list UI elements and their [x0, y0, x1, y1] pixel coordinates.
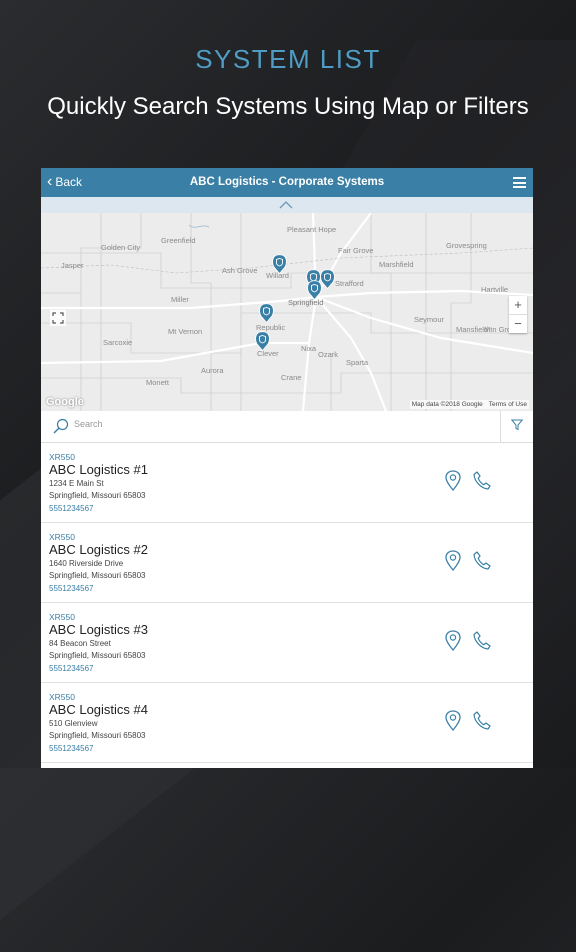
map-town-label: Hartville	[481, 285, 509, 294]
zoom-in-button[interactable]: +	[509, 296, 527, 314]
chevron-up-icon	[279, 201, 293, 209]
system-map-pin[interactable]	[255, 331, 270, 351]
system-model: XR550	[49, 692, 75, 702]
zoom-out-button[interactable]: −	[509, 314, 527, 333]
map-town-label: Strafford	[335, 279, 364, 288]
system-phone-link[interactable]: 5551234567	[49, 664, 94, 673]
system-list: XR550 ABC Logistics #1 1234 E Main St Sp…	[41, 443, 533, 763]
system-address-line2: Springfield, Missouri 65803	[49, 491, 146, 500]
system-list-item[interactable]: XR550 ABC Logistics #3 84 Beacon Street …	[41, 603, 533, 683]
search-icon	[53, 418, 69, 434]
system-map-pin[interactable]	[320, 269, 335, 289]
system-address-line1: 1234 E Main St	[49, 479, 104, 488]
system-map-pin[interactable]	[259, 303, 274, 323]
search-input[interactable]	[74, 419, 374, 429]
map-town-label: Monett	[146, 378, 169, 387]
map-town-label: Golden City	[101, 243, 141, 252]
map-town-label: Greenfield	[161, 236, 196, 245]
navigation-bar: ‹ Back ABC Logistics - Corporate Systems	[41, 168, 533, 197]
map-town-label: Fair Grove	[338, 246, 374, 255]
system-address-line1: 510 Glenview	[49, 719, 98, 728]
system-phone-link[interactable]: 5551234567	[49, 584, 94, 593]
system-model: XR550	[49, 452, 75, 462]
map-town-label: Nixa	[301, 344, 317, 353]
promo-subline: Quickly Search Systems Using Map or Filt…	[47, 93, 529, 120]
google-logo: Google	[46, 396, 84, 408]
system-map-pin[interactable]	[272, 254, 287, 274]
map-zoom-control: + −	[509, 296, 527, 333]
map-town-label: Jasper	[61, 261, 84, 270]
app-screen: ‹ Back ABC Logistics - Corporate Systems	[41, 168, 533, 768]
map-data-label: Map data ©2018 Google	[411, 401, 483, 408]
system-address-line2: Springfield, Missouri 65803	[49, 571, 146, 580]
location-pin-icon[interactable]	[445, 630, 461, 651]
page-title: ABC Logistics - Corporate Systems	[189, 176, 385, 188]
system-list-item[interactable]: XR550 ABC Logistics #2 1640 Riverside Dr…	[41, 523, 533, 603]
system-list-item[interactable]: XR550 ABC Logistics #1 1234 E Main St Sp…	[41, 443, 533, 523]
location-pin-icon[interactable]	[445, 550, 461, 571]
system-phone-link[interactable]: 5551234567	[49, 504, 94, 513]
location-pin-icon[interactable]	[445, 470, 461, 491]
search-bar	[41, 411, 533, 443]
location-pin-icon[interactable]	[445, 710, 461, 731]
system-name: ABC Logistics #2	[49, 542, 148, 557]
map-collapse-button[interactable]	[41, 197, 533, 213]
system-list-item[interactable]: XR550 ABC Logistics #4 510 Glenview Spri…	[41, 683, 533, 763]
system-phone-link[interactable]: 5551234567	[49, 744, 94, 753]
phone-call-icon[interactable]	[473, 711, 491, 730]
system-name: ABC Logistics #4	[49, 702, 148, 717]
promo-headline: SYSTEM LIST	[195, 44, 381, 74]
map-town-label: Miller	[171, 295, 189, 304]
phone-call-icon[interactable]	[473, 471, 491, 490]
system-name: ABC Logistics #1	[49, 462, 148, 477]
system-map-pin[interactable]	[307, 280, 322, 300]
map-town-label: Pleasant Hope	[287, 225, 337, 234]
system-address-line2: Springfield, Missouri 65803	[49, 731, 146, 740]
divider	[500, 411, 501, 442]
system-address-line1: 84 Beacon Street	[49, 639, 111, 648]
hamburger-menu-icon[interactable]	[513, 177, 526, 188]
system-address-line1: 1640 Riverside Drive	[49, 559, 124, 568]
map-town-label: Grovespring	[446, 241, 487, 250]
map-town-label: Ozark	[318, 350, 339, 359]
map-town-label: Sarcoxie	[103, 338, 133, 347]
map-view[interactable]: Golden City Greenfield Pleasant Hope Fai…	[41, 213, 533, 411]
system-model: XR550	[49, 532, 75, 542]
phone-call-icon[interactable]	[473, 631, 491, 650]
map-town-label: Seymour	[414, 315, 445, 324]
fullscreen-icon[interactable]	[50, 310, 66, 326]
map-town-label: Mt Vernon	[168, 327, 203, 336]
map-town-label: Crane	[281, 373, 302, 382]
filter-icon[interactable]	[511, 419, 523, 431]
map-town-label: Sparta	[346, 358, 369, 367]
map-town-label: Aurora	[201, 366, 224, 375]
map-attribution: Map data ©2018 Google Terms of Use	[409, 400, 529, 409]
system-address-line2: Springfield, Missouri 65803	[49, 651, 146, 660]
map-town-label: Marshfield	[379, 260, 414, 269]
terms-of-use-link[interactable]: Terms of Use	[489, 401, 527, 408]
system-model: XR550	[49, 612, 75, 622]
system-name: ABC Logistics #3	[49, 622, 148, 637]
phone-call-icon[interactable]	[473, 551, 491, 570]
map-town-label: Ash Grove	[222, 266, 258, 275]
